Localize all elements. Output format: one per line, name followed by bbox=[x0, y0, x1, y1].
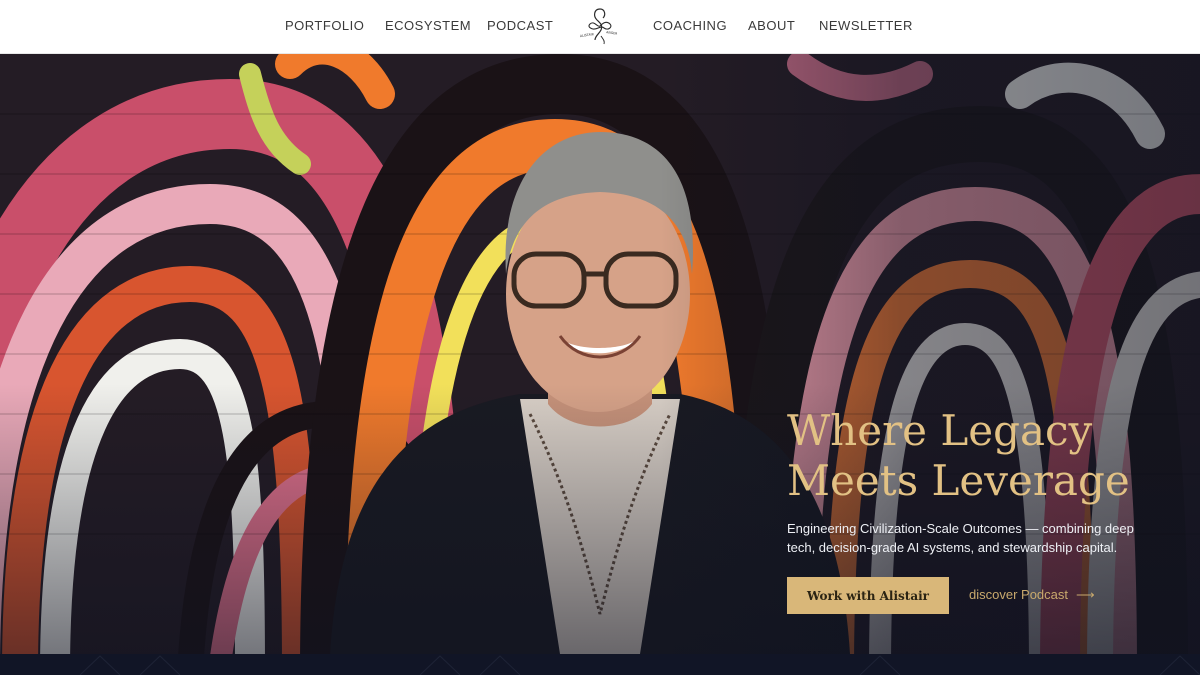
hero-section: Where Legacy Meets Leverage Engineering … bbox=[0, 54, 1200, 654]
svg-text:ALISTAIR: ALISTAIR bbox=[580, 32, 595, 38]
section-divider-band bbox=[0, 654, 1200, 675]
discover-podcast-link[interactable]: discover Podcast ⟶ bbox=[969, 587, 1095, 603]
nav-link-podcast[interactable]: PODCAST bbox=[487, 18, 553, 33]
nav-link-coaching[interactable]: COACHING bbox=[653, 18, 727, 33]
hero-headline: Where Legacy Meets Leverage bbox=[787, 406, 1167, 506]
hero-overlay bbox=[0, 54, 1200, 654]
top-navigation: PORTFOLIO ECOSYSTEM PODCAST ALISTAIR ANG… bbox=[0, 0, 1200, 54]
nav-link-about[interactable]: ABOUT bbox=[748, 18, 795, 33]
headline-line-2: Meets Leverage bbox=[787, 456, 1130, 505]
svg-text:ANGER: ANGER bbox=[606, 30, 618, 36]
hero-subtext: Engineering Civilization-Scale Outcomes … bbox=[787, 521, 1134, 555]
arrow-right-icon: ⟶ bbox=[1076, 587, 1095, 602]
infinity-flourish-icon: ALISTAIR ANGER bbox=[580, 8, 618, 45]
pattern-decoration bbox=[79, 655, 1200, 675]
headline-line-1: Where Legacy bbox=[787, 406, 1093, 455]
work-with-alistair-button[interactable]: Work with Alistair bbox=[787, 577, 949, 614]
nav-link-newsletter[interactable]: NEWSLETTER bbox=[819, 18, 913, 33]
nav-link-portfolio[interactable]: PORTFOLIO bbox=[285, 18, 364, 33]
nav-link-ecosystem[interactable]: ECOSYSTEM bbox=[385, 18, 471, 33]
site-logo[interactable]: ALISTAIR ANGER bbox=[578, 6, 622, 46]
discover-podcast-label: discover Podcast bbox=[969, 587, 1068, 602]
